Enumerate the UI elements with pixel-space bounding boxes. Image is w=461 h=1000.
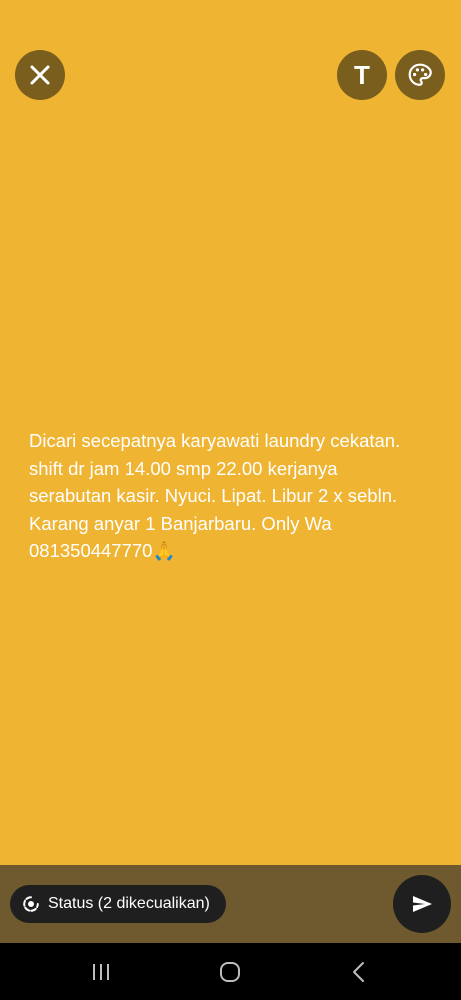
status-text-body[interactable]: Dicari secepatnya karyawati laundry ceka… <box>29 427 439 565</box>
status-audience-label: Status (2 dikecualikan) <box>48 895 210 912</box>
text-icon: T <box>354 60 370 90</box>
background-color-button[interactable] <box>395 50 445 100</box>
send-icon <box>413 896 432 912</box>
home-button[interactable] <box>215 957 245 987</box>
send-button[interactable] <box>393 875 451 933</box>
status-composer-screen: T Dicari secepatnya karyawati laundry ce… <box>0 0 461 1000</box>
back-button[interactable] <box>344 957 374 987</box>
text-style-button[interactable]: T <box>337 50 387 100</box>
system-navigation-bar <box>0 943 461 1000</box>
back-icon <box>353 962 364 982</box>
status-ring-icon <box>23 896 39 912</box>
recents-button[interactable] <box>86 957 116 987</box>
palette-icon <box>408 63 432 86</box>
close-button[interactable] <box>15 50 65 100</box>
recents-icon <box>93 964 109 980</box>
close-icon <box>30 65 50 85</box>
composer-bottom-bar: Status (2 dikecualikan) <box>0 865 461 943</box>
home-icon <box>220 962 240 982</box>
status-audience-chip[interactable]: Status (2 dikecualikan) <box>10 885 226 923</box>
